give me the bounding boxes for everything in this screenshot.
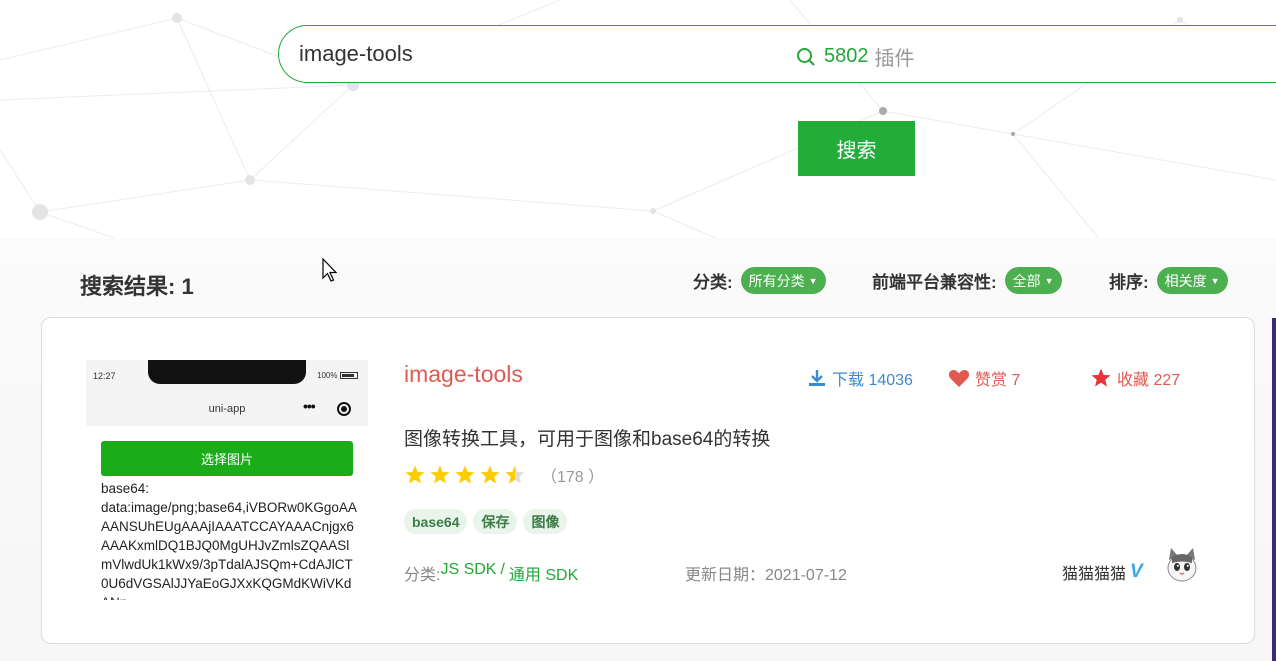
star-full-icon	[430, 465, 450, 484]
preview-battery-level: 100%	[317, 371, 338, 380]
filter-category-label: 分类:	[693, 273, 733, 292]
favorite-count: 收藏 227	[1117, 372, 1181, 389]
filter-category-value: 所有分类	[748, 272, 805, 289]
filter-sort-value: 相关度	[1164, 272, 1207, 289]
tag-item[interactable]: 图像	[523, 509, 568, 534]
search-input[interactable]	[299, 39, 789, 69]
rating-stars: （178 ）	[404, 463, 604, 487]
update-date: 更新日期：2021-07-12	[685, 567, 847, 584]
favorite-stat[interactable]: 收藏 227	[1090, 366, 1180, 390]
battery-icon	[340, 372, 359, 379]
category-label: 分类:	[404, 567, 441, 584]
category-link-js-sdk[interactable]: JS SDK	[440, 561, 496, 585]
star-full-icon	[455, 465, 475, 484]
download-stat[interactable]: 下载 14036	[807, 366, 913, 390]
reward-stat[interactable]: 赞赏 7	[948, 366, 1020, 390]
plugin-count-unit: 插件	[874, 48, 915, 70]
plugin-name-link[interactable]: image-tools	[404, 361, 523, 388]
target-icon	[337, 402, 351, 416]
plugin-preview-image[interactable]: 12:27 100% uni-app ••• 选择图片 base64: data:…	[86, 360, 368, 600]
caret-down-icon: ▼	[1210, 275, 1220, 286]
plugin-category: 分类: JS SDK / 通用 SDK	[404, 561, 578, 585]
tag-item[interactable]: base64	[404, 509, 468, 534]
download-count: 下载 14036	[832, 372, 913, 389]
preview-time: 12:27	[93, 371, 116, 381]
preview-notch	[148, 360, 306, 384]
filter-platform-dropdown[interactable]: 全部 ▼	[1004, 267, 1062, 294]
preview-output-text: base64: data:image/png;base64,iVBORw0KGgo…	[101, 481, 357, 600]
reward-count: 赞赏 7	[975, 372, 1021, 389]
preview-app-name: uni-app	[208, 403, 246, 415]
plugin-count-number: 5802	[824, 45, 869, 67]
category-link-general-sdk[interactable]: 通用 SDK	[509, 561, 578, 585]
plugin-count: 5802 插件	[796, 42, 915, 71]
page-edge-decoration	[1272, 318, 1276, 661]
tag-item[interactable]: 保存	[473, 509, 518, 534]
preview-select-image-button: 选择图片	[101, 441, 353, 476]
star-full-icon	[405, 465, 425, 484]
author-name[interactable]: 猫猫猫猫	[1062, 560, 1126, 584]
category-separator: /	[500, 561, 505, 578]
filter-platform: 前端平台兼容性: 全部 ▼	[872, 267, 1062, 294]
filter-category: 分类: 所有分类 ▼	[693, 267, 826, 294]
search-box: 5802 插件	[278, 25, 1276, 83]
star-full-icon	[480, 465, 500, 484]
filter-category-dropdown[interactable]: 所有分类 ▼	[740, 267, 826, 294]
search-icon	[797, 47, 815, 66]
search-button[interactable]: 搜索	[798, 121, 915, 176]
author-info[interactable]: 猫猫猫猫 V	[1062, 560, 1143, 584]
tag-list: base64 保存 图像	[404, 509, 573, 534]
caret-down-icon: ▼	[1044, 275, 1054, 286]
search-results-count: 搜索结果: 1	[80, 274, 194, 299]
plugin-description: 图像转换工具，可用于图像和base64的转换	[404, 429, 771, 450]
filter-platform-value: 全部	[1012, 272, 1041, 289]
mouse-cursor-icon	[322, 258, 338, 282]
filter-sort: 排序: 相关度 ▼	[1109, 267, 1228, 294]
rating-count: （178 ）	[541, 469, 605, 486]
more-dots-icon: •••	[303, 398, 316, 414]
filter-platform-label: 前端平台兼容性:	[872, 273, 997, 292]
star-half-icon	[505, 465, 525, 484]
filter-sort-dropdown[interactable]: 相关度 ▼	[1156, 267, 1228, 294]
avatar[interactable]	[1160, 542, 1204, 586]
verified-badge-icon: V	[1130, 561, 1143, 582]
heart-icon	[948, 370, 970, 387]
caret-down-icon: ▼	[808, 275, 818, 286]
preview-battery: 100%	[317, 371, 359, 380]
plugin-card[interactable]: 12:27 100% uni-app ••• 选择图片 base64: data:…	[41, 317, 1255, 644]
download-icon	[809, 370, 825, 386]
star-icon	[1091, 368, 1111, 387]
filter-sort-label: 排序:	[1109, 273, 1149, 292]
